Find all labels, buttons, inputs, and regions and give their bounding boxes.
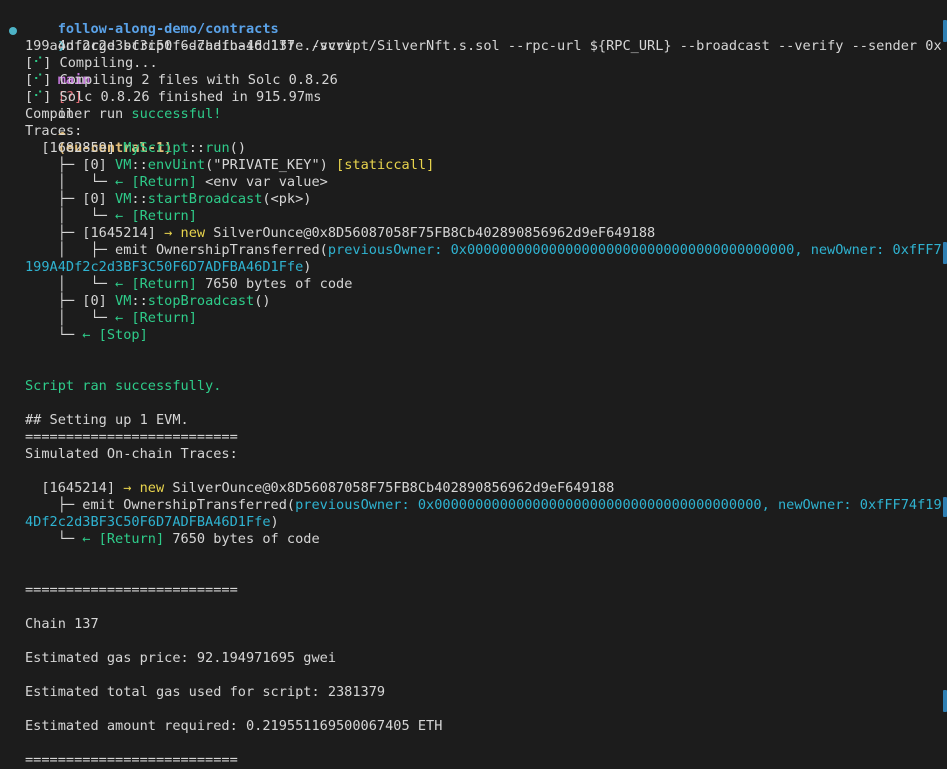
divider: ========================== bbox=[25, 429, 238, 445]
trace-return: │ └─ ← [Return] <env var value> bbox=[25, 174, 328, 190]
scroll-marker bbox=[943, 20, 947, 42]
amount-required: Estimated amount required: 0.21955116950… bbox=[25, 718, 443, 734]
spinner-icon: ⠊ bbox=[33, 89, 44, 105]
evm-setup: ## Setting up 1 EVM. bbox=[25, 412, 189, 428]
scroll-marker bbox=[943, 497, 947, 517]
command-line-1[interactable]: ❯ forge script --chain-id 137 ./script/S… bbox=[25, 21, 947, 54]
terminal-window[interactable]: follow-along-demo/contracts on main [?] … bbox=[0, 0, 947, 768]
scroll-marker bbox=[943, 690, 947, 712]
spinner-icon: ⠊ bbox=[33, 72, 44, 88]
sim-emit: ├─ emit OwnershipTransferred(previousOwn… bbox=[25, 497, 947, 513]
scroll-marker bbox=[943, 242, 947, 264]
compile-line: [⠊] Compiling 2 files with Solc 0.8.26 bbox=[25, 72, 338, 88]
trace-startbroadcast: ├─ [0] VM::startBroadcast(<pk>) bbox=[25, 191, 312, 207]
gas-price: Estimated gas price: 92.194971695 gwei bbox=[25, 650, 336, 666]
compile-line: [⠊] Compiling... bbox=[25, 55, 158, 71]
traces-title: Traces: bbox=[25, 123, 83, 139]
trace-emit-cont: 199A4Df2c2d3BF3C50F6D7ADFBA46D1Ffe) bbox=[25, 259, 312, 275]
trace-return: │ └─ ← [Return] 7650 bytes of code bbox=[25, 276, 353, 292]
trace-emit: │ ├─ emit OwnershipTransferred(previousO… bbox=[25, 242, 947, 258]
compiler-run-status: Compiler run successful! bbox=[25, 106, 222, 122]
spinner-icon: ⠊ bbox=[33, 55, 44, 71]
trace-stop: └─ ← [Stop] bbox=[25, 327, 148, 343]
divider: ========================== bbox=[25, 752, 238, 768]
script-success: Script ran successfully. bbox=[25, 378, 222, 394]
sim-new-contract: [1645214] → new SilverOunce@0x8D56087058… bbox=[41, 480, 615, 496]
prompt-marker-icon bbox=[9, 27, 17, 35]
command-line-2: 199a4df2c2d3bf3c50f6d7adfba46d1ffe -vvvv bbox=[25, 38, 353, 54]
sim-emit-cont: 4Df2c2d3BF3C50F6D7ADFBA46D1Ffe) bbox=[25, 514, 279, 530]
sim-title: Simulated On-chain Traces: bbox=[25, 446, 238, 462]
chain-id: Chain 137 bbox=[25, 616, 99, 632]
divider: ========================== bbox=[25, 582, 238, 598]
sim-return: └─ ← [Return] 7650 bytes of code bbox=[25, 531, 320, 547]
prompt-line: follow-along-demo/contracts on main [?] … bbox=[57, 21, 279, 156]
trace-envuint: ├─ [0] VM::envUint("PRIVATE_KEY") [stati… bbox=[25, 157, 435, 173]
trace-root: [1682859] MyScript::run() bbox=[41, 140, 247, 156]
trace-stopbroadcast: ├─ [0] VM::stopBroadcast() bbox=[25, 293, 271, 309]
trace-return: │ └─ ← [Return] bbox=[25, 310, 197, 326]
gas-used: Estimated total gas used for script: 238… bbox=[25, 684, 386, 700]
scrollbar[interactable] bbox=[941, 0, 947, 760]
compile-line: [⠊] Solc 0.8.26 finished in 915.97ms bbox=[25, 89, 322, 105]
trace-new-contract: ├─ [1645214] → new SilverOunce@0x8D56087… bbox=[25, 225, 656, 241]
trace-return: │ └─ ← [Return] bbox=[25, 208, 197, 224]
